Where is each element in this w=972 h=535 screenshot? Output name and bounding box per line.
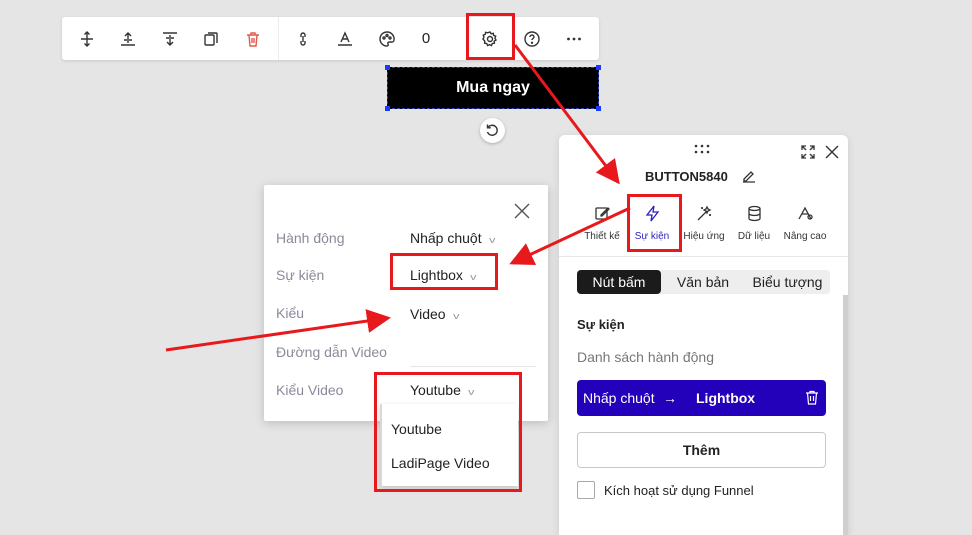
annotation-arrow [165, 309, 391, 352]
annotation-arrow [513, 44, 620, 185]
annotation-arrow [509, 206, 631, 266]
annotation-arrows [165, 44, 631, 352]
